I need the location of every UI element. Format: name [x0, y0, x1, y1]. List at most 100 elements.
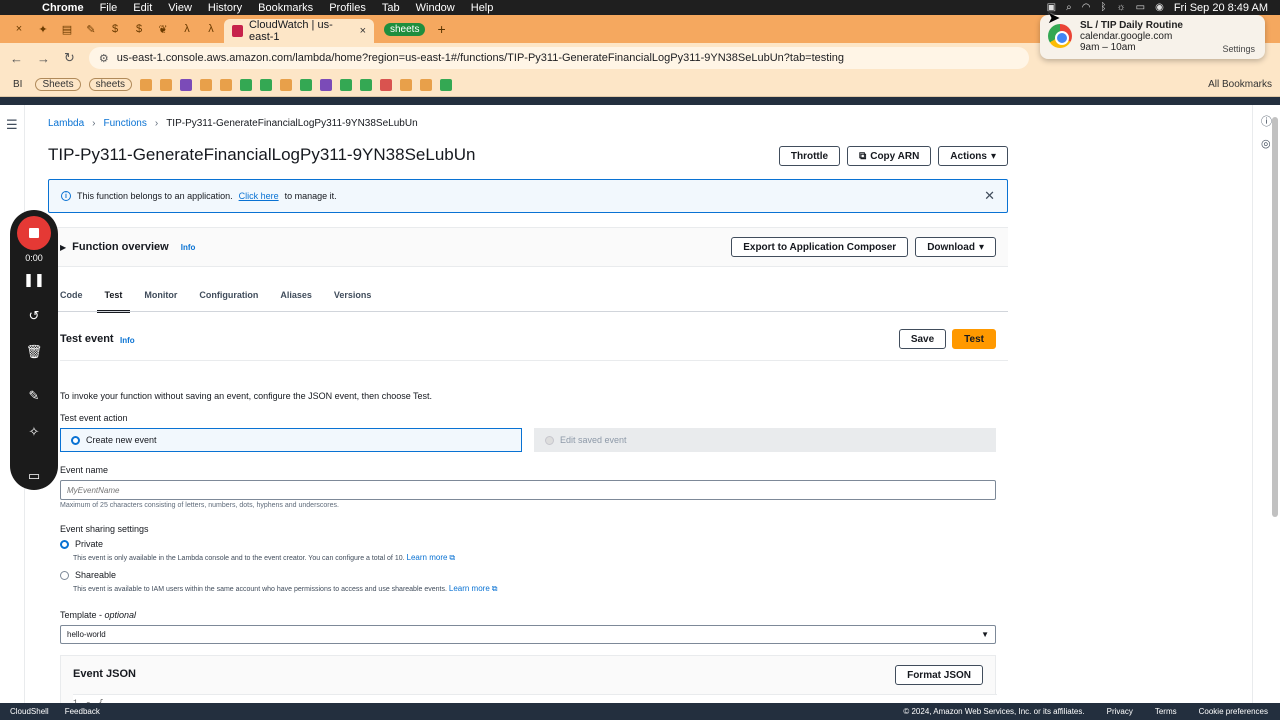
tab-monitor[interactable]: Monitor — [144, 281, 177, 311]
private-learn-more-link[interactable]: Learn more — [407, 553, 448, 562]
forward-icon[interactable]: → — [37, 51, 50, 66]
pen-icon[interactable]: ✎ — [10, 388, 58, 404]
menu-file[interactable]: File — [92, 2, 126, 14]
wifi-icon[interactable]: ◠ — [1082, 2, 1091, 13]
breadcrumb-functions[interactable]: Functions — [103, 118, 146, 129]
save-button[interactable]: Save — [898, 329, 947, 349]
bookmark-sheets[interactable]: Sheets — [35, 78, 81, 91]
notification-settings[interactable]: Settings — [1222, 44, 1255, 54]
feedback-panel-icon[interactable]: ◎ — [1261, 137, 1271, 150]
tab-test[interactable]: Test — [96, 281, 131, 313]
menu-edit[interactable]: Edit — [125, 2, 160, 14]
page-scrollbar[interactable] — [1272, 117, 1278, 517]
tab-dollar-icon[interactable]: $ — [104, 18, 126, 40]
actions-button[interactable]: Actions ▾ — [938, 146, 1008, 166]
new-tab-icon[interactable]: + — [437, 21, 445, 37]
bookmark-icon[interactable] — [380, 78, 393, 91]
menu-help[interactable]: Help — [463, 2, 502, 14]
cookie-preferences-link[interactable]: Cookie preferences — [1199, 707, 1268, 716]
throttle-button[interactable]: Throttle — [778, 146, 841, 166]
private-radio[interactable]: Private — [60, 539, 103, 549]
feedback-link[interactable]: Feedback — [65, 707, 100, 716]
export-button[interactable]: Export to Application Composer — [731, 237, 909, 257]
bookmark-icon[interactable] — [220, 78, 233, 91]
shareable-learn-more-link[interactable]: Learn more — [449, 584, 490, 593]
tab-dollar-icon-2[interactable]: $ — [128, 18, 150, 40]
bookmark-icon[interactable] — [440, 78, 453, 91]
calendar-notification[interactable]: SL / TIP Daily Routine calendar.google.c… — [1040, 15, 1265, 59]
breadcrumb-lambda[interactable]: Lambda — [48, 118, 84, 129]
copy-arn-button[interactable]: ⧉ Copy ARN — [847, 146, 932, 166]
bookmark-icon[interactable] — [400, 78, 413, 91]
all-bookmarks[interactable]: All Bookmarks — [1208, 79, 1272, 90]
tab-group-sheets[interactable]: sheets — [384, 22, 426, 36]
shareable-radio[interactable]: Shareable — [60, 570, 116, 580]
menu-history[interactable]: History — [200, 2, 250, 14]
menu-profiles[interactable]: Profiles — [321, 2, 374, 14]
menu-icon[interactable]: ☰ — [6, 117, 18, 133]
reload-icon[interactable]: ↻ — [64, 50, 75, 66]
tab-cloudwatch[interactable]: CloudWatch | us-east-1 × — [224, 19, 374, 43]
bookmark-icon[interactable] — [280, 78, 293, 91]
menu-view[interactable]: View — [160, 2, 200, 14]
tab-aliases[interactable]: Aliases — [280, 281, 312, 311]
info-panel-icon[interactable]: ⓘ — [1261, 113, 1272, 129]
download-button[interactable]: Download ▾ — [915, 237, 996, 257]
format-json-button[interactable]: Format JSON — [895, 665, 983, 685]
test-button[interactable]: Test — [952, 329, 996, 349]
menu-bookmarks[interactable]: Bookmarks — [250, 2, 321, 14]
terms-link[interactable]: Terms — [1155, 707, 1177, 716]
battery-icon[interactable]: ▭ — [1136, 2, 1145, 13]
bookmark-icon[interactable] — [200, 78, 213, 91]
template-select[interactable]: hello-world ▼ — [60, 625, 996, 644]
control-center-icon[interactable]: ◉ — [1155, 2, 1164, 13]
bookmark-icon[interactable] — [360, 78, 373, 91]
tab-star-icon[interactable]: ✦ — [32, 18, 54, 40]
overview-title[interactable]: Function overview — [72, 241, 169, 253]
stop-recording-button[interactable] — [17, 216, 51, 250]
test-event-info-link[interactable]: Info — [120, 336, 135, 345]
privacy-link[interactable]: Privacy — [1107, 707, 1133, 716]
bookmark-icon[interactable] — [160, 78, 173, 91]
effects-icon[interactable]: ✧ — [10, 424, 58, 440]
bookmark-icon[interactable] — [260, 78, 273, 91]
bookmark-icon[interactable] — [340, 78, 353, 91]
close-icon[interactable]: × — [360, 25, 366, 37]
back-icon[interactable]: ← — [10, 51, 23, 66]
restart-icon[interactable]: ↺ — [10, 308, 58, 324]
tab-close-icon[interactable]: × — [8, 18, 30, 40]
tab-folder-icon[interactable]: ▤ — [56, 18, 78, 40]
bookmark-icon[interactable] — [240, 78, 253, 91]
tab-lambda-icon-2[interactable]: λ — [200, 18, 222, 40]
pause-icon[interactable]: ❚❚ — [10, 272, 58, 288]
camera-icon[interactable]: ▭ — [10, 468, 58, 484]
menubar-clock[interactable]: Fri Sep 20 8:49 AM — [1174, 2, 1268, 14]
tab-leaf-icon[interactable]: ❦ — [152, 18, 174, 40]
overview-info-link[interactable]: Info — [181, 243, 196, 252]
bookmark-icon[interactable] — [140, 78, 153, 91]
create-new-event-radio[interactable]: Create new event — [60, 428, 522, 452]
cloudshell-link[interactable]: CloudShell — [10, 707, 49, 716]
url-field[interactable]: ⚙ us-east-1.console.aws.amazon.com/lambd… — [88, 47, 1029, 69]
tab-code[interactable]: Code — [60, 281, 83, 311]
bookmark-icon[interactable] — [300, 78, 313, 91]
menu-tab[interactable]: Tab — [374, 2, 408, 14]
tab-configuration[interactable]: Configuration — [199, 281, 258, 311]
bookmark-icon[interactable] — [320, 78, 333, 91]
bookmark-icon[interactable] — [180, 78, 193, 91]
tab-pencil-icon[interactable]: ✎ — [80, 18, 102, 40]
caret-right-icon[interactable]: ▶ — [60, 243, 66, 252]
bookmark-bi[interactable]: BI — [8, 78, 27, 91]
site-info-icon[interactable]: ⚙ — [99, 52, 109, 65]
bookmark-icon[interactable] — [420, 78, 433, 91]
event-name-input[interactable] — [60, 480, 996, 500]
bookmark-sheets-2[interactable]: sheets — [88, 78, 133, 91]
tab-lambda-icon[interactable]: λ — [176, 18, 198, 40]
close-icon[interactable]: ✕ — [984, 188, 995, 204]
tab-versions[interactable]: Versions — [334, 281, 372, 311]
menu-app-chrome[interactable]: Chrome — [34, 2, 92, 14]
brightness-icon[interactable]: ☼ — [1116, 2, 1125, 13]
banner-link[interactable]: Click here — [239, 191, 279, 201]
search-icon[interactable]: ⌕ — [1066, 2, 1072, 13]
trash-icon[interactable]: 🗑 — [10, 344, 58, 360]
